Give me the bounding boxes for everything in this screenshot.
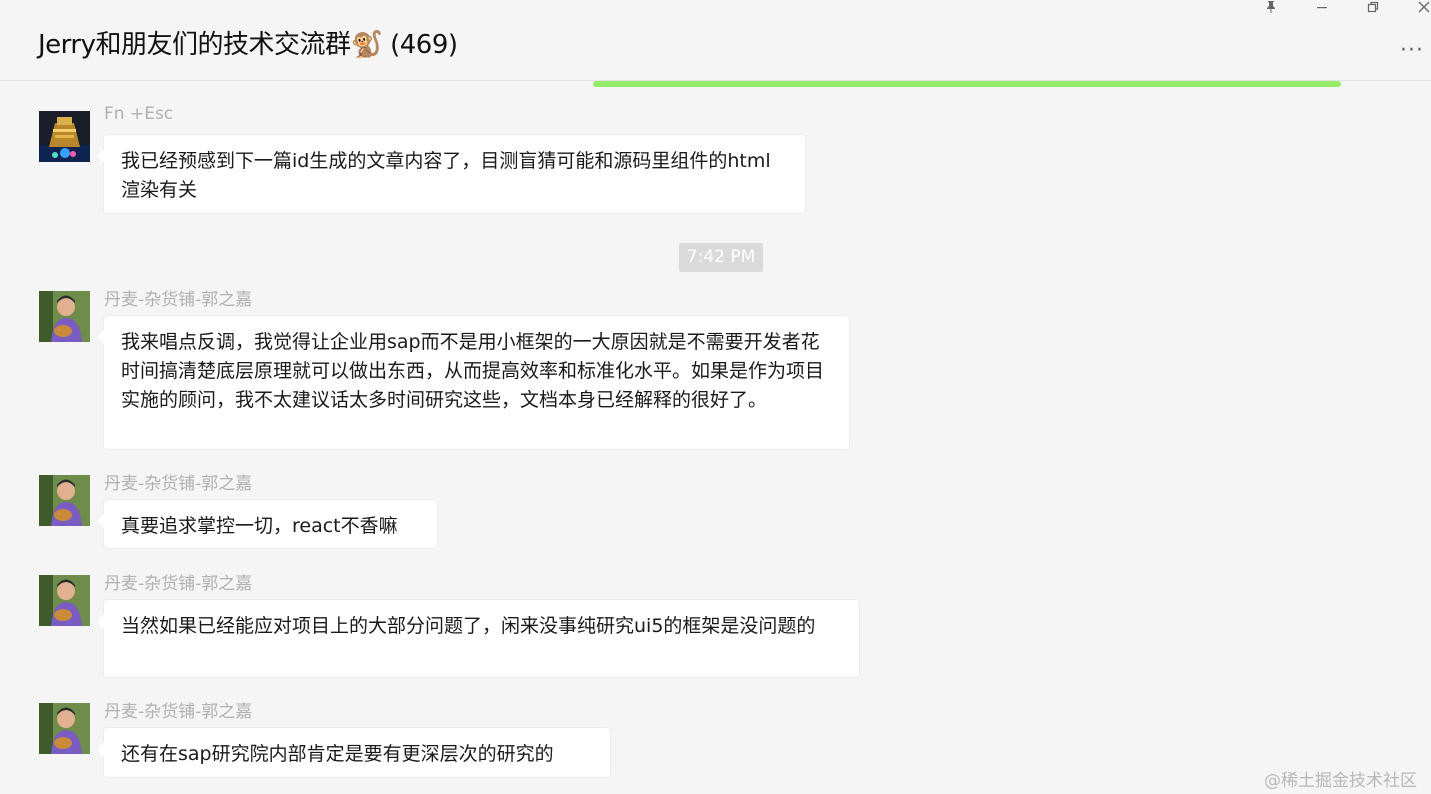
avatar[interactable] xyxy=(39,111,90,162)
sender-name: Fn +Esc xyxy=(104,104,174,124)
avatar[interactable] xyxy=(39,475,90,526)
sender-name: 丹麦-杂货铺-郭之嘉 xyxy=(104,702,253,722)
avatar[interactable] xyxy=(39,703,90,754)
loading-progress-bar xyxy=(593,81,1341,87)
sender-name: 丹麦-杂货铺-郭之嘉 xyxy=(104,290,253,310)
time-divider: 7:42 PM xyxy=(679,243,763,272)
avatar[interactable] xyxy=(39,575,90,626)
avatar[interactable] xyxy=(39,291,90,342)
sender-name: 丹麦-杂货铺-郭之嘉 xyxy=(104,474,253,494)
message-bubble[interactable]: 我已经预感到下一篇id生成的文章内容了，目测盲猜可能和源码里组件的html渲染有… xyxy=(97,134,806,214)
message-bubble[interactable]: 当然如果已经能应对项目上的大部分问题了，闲来没事纯研究ui5的框架是没问题的 xyxy=(97,599,860,678)
message-bubble[interactable]: 真要追求掌控一切，react不香嘛 xyxy=(97,499,438,549)
pin-icon[interactable] xyxy=(1256,0,1286,20)
chat-title: Jerry和朋友们的技术交流群🐒 (469) xyxy=(38,30,458,60)
minimize-icon[interactable] xyxy=(1307,0,1337,20)
restore-icon[interactable] xyxy=(1358,0,1388,20)
chat-header: Jerry和朋友们的技术交流群🐒 (469) ··· xyxy=(0,0,1431,81)
message-bubble[interactable]: 我来唱点反调，我觉得让企业用sap而不是用小框架的一大原因就是不需要开发者花时间… xyxy=(97,315,850,450)
more-options-button[interactable]: ··· xyxy=(1400,38,1424,63)
message-bubble[interactable]: 还有在sap研究院内部肯定是要有更深层次的研究的 xyxy=(97,727,611,778)
watermark: @稀土掘金技术社区 xyxy=(1264,771,1417,791)
sender-name: 丹麦-杂货铺-郭之嘉 xyxy=(104,574,253,594)
close-icon[interactable] xyxy=(1409,0,1431,20)
loading-progress-fill xyxy=(593,81,1341,87)
